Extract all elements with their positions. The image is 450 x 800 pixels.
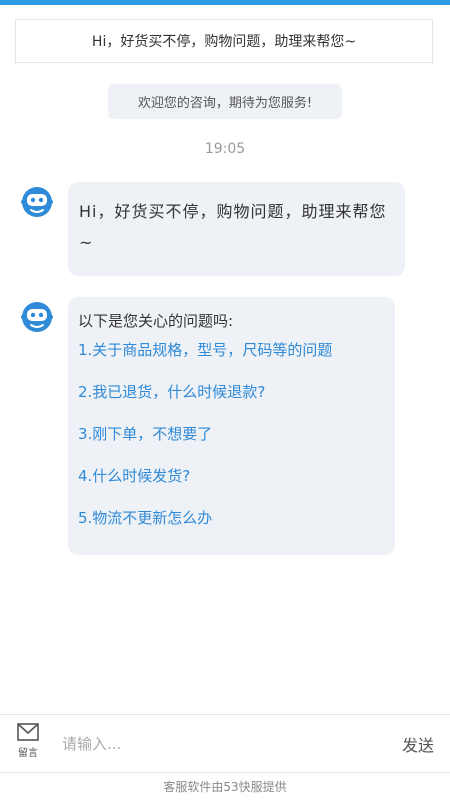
chat-page: Hi，好货买不停，购物问题，助理来帮您~ 欢迎您的咨询，期待为您服务! 19:0… xyxy=(0,0,450,800)
bot-message-bubble: Hi，好货买不停，购物问题，助理来帮您~ xyxy=(68,182,405,276)
faq-question-link[interactable]: 5.物流不更新怎么办 xyxy=(78,504,385,532)
leave-message-button[interactable]: 留言 xyxy=(10,723,46,767)
message-input-bar: 留言 发送 xyxy=(0,714,450,772)
welcome-notice: 欢迎您的咨询，期待为您服务! xyxy=(108,84,342,119)
message-input[interactable] xyxy=(62,729,382,759)
faq-message-bubble: 以下是您关心的问题吗: 1.关于商品规格，型号，尺码等的问题 2.我已退货，什么… xyxy=(68,297,395,555)
envelope-icon xyxy=(10,723,46,741)
faq-question-link[interactable]: 1.关于商品规格，型号，尺码等的问题 xyxy=(78,336,385,364)
message-timestamp: 19:05 xyxy=(204,141,246,157)
send-button[interactable]: 发送 xyxy=(396,729,440,759)
faq-question-link[interactable]: 4.什么时候发货? xyxy=(78,462,385,490)
robot-avatar-icon xyxy=(20,185,54,219)
faq-title: 以下是您关心的问题吗: xyxy=(78,312,234,330)
bot-message-text: Hi，好货买不停，购物问题，助理来帮您~ xyxy=(79,202,387,252)
leave-message-label: 留言 xyxy=(18,748,38,759)
powered-by-footer: 客服软件由53快服提供 xyxy=(0,772,450,800)
faq-question-link[interactable]: 2.我已退货，什么时候退款? xyxy=(78,378,385,406)
welcome-notice-text: 欢迎您的咨询，期待为您服务! xyxy=(137,96,313,111)
top-accent-bar xyxy=(0,0,450,5)
powered-by-text: 客服软件由53快服提供 xyxy=(163,780,287,794)
greeting-banner-text: Hi，好货买不停，购物问题，助理来帮您~ xyxy=(91,34,357,50)
greeting-banner: Hi，好货买不停，购物问题，助理来帮您~ xyxy=(15,19,433,63)
robot-avatar-icon xyxy=(20,300,54,334)
faq-question-link[interactable]: 3.刚下单，不想要了 xyxy=(78,420,385,448)
